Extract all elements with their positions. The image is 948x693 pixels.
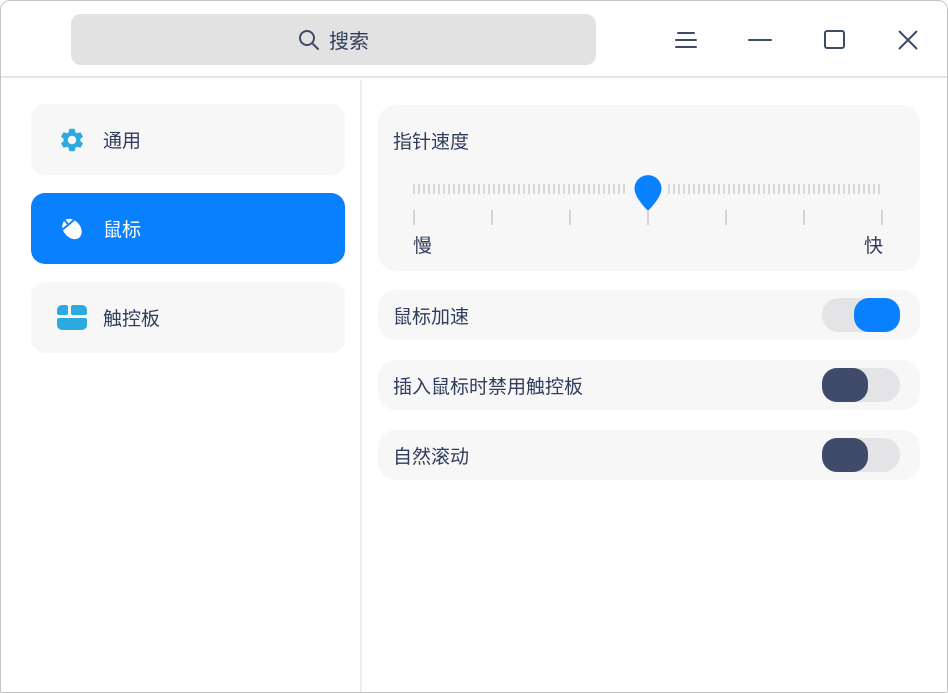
fast-label: 快 [863,236,883,257]
maximize-button[interactable] [811,17,857,63]
slider-tick [803,210,805,225]
slider-tick [413,210,415,225]
pointer-speed-slider[interactable] [413,175,883,213]
disable-touchpad-row: 插入鼠标时禁用触控板 [378,360,920,410]
pointer-speed-card: 指针速度 慢 快 [378,105,920,271]
pointer-speed-title: 指针速度 [393,132,470,153]
natural-scrolling-label: 自然滚动 [393,446,470,468]
search-input[interactable]: 搜索 [71,14,596,65]
mouse-acceleration-row: 鼠标加速 [378,290,920,340]
search-placeholder: 搜索 [329,31,369,53]
mouse-acceleration-toggle[interactable] [822,298,900,332]
window-controls [663,1,931,78]
sidebar-item-label: 触控板 [103,309,161,330]
slider-tick [647,210,649,225]
slider-ticks [413,210,883,225]
disable-touchpad-label: 插入鼠标时禁用触控板 [393,376,584,398]
close-icon [896,28,920,52]
close-button[interactable] [885,17,931,63]
mouse-icon [57,214,87,244]
mouse-acceleration-label: 鼠标加速 [393,306,470,328]
natural-scrolling-toggle[interactable] [822,438,900,472]
sidebar-item-general[interactable]: 通用 [31,104,345,175]
sidebar-item-mouse[interactable]: 鼠标 [31,193,345,264]
menu-button[interactable] [663,17,709,63]
sidebar-item-touchpad[interactable]: 触控板 [31,282,345,353]
slider-handle[interactable] [634,175,662,212]
slider-tick [491,210,493,225]
minimize-icon [748,38,772,41]
gear-icon [57,125,87,155]
natural-scrolling-row: 自然滚动 [378,430,920,480]
slider-tick [881,210,883,225]
content-area: 通用 鼠标 触控板 指针速度 慢 快 鼠标加速 插入鼠标时禁用触控板 自然滚动 [1,80,947,692]
touchpad-icon [57,303,87,333]
sidebar: 通用 鼠标 触控板 [1,80,360,692]
titlebar: 搜索 [1,1,947,78]
search-icon [299,29,319,50]
settings-window: 搜索 通用 鼠标 触控板 指针速度 慢 快 鼠标加速 插入鼠标时禁用触控板 自然… [0,0,948,693]
slider-tick [569,210,571,225]
slider-tick [725,210,727,225]
toggle-thumb [854,298,900,332]
slow-label: 慢 [413,236,433,257]
minimize-button[interactable] [737,17,783,63]
menu-icon [675,31,697,48]
slider-tick-labels: 慢 快 [413,231,883,258]
settings-panel: 指针速度 慢 快 鼠标加速 插入鼠标时禁用触控板 自然滚动 [362,80,947,692]
sidebar-item-label: 鼠标 [103,220,142,241]
sidebar-item-label: 通用 [103,131,142,152]
disable-touchpad-toggle[interactable] [822,368,900,402]
toggle-thumb [822,438,868,472]
maximize-icon [823,30,845,49]
toggle-thumb [822,368,868,402]
